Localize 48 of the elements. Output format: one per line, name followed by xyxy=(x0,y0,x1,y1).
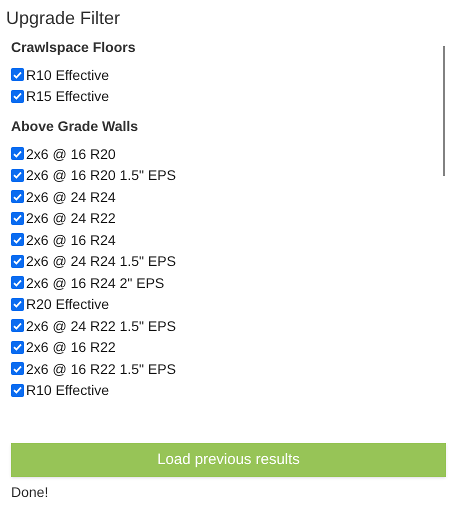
group-heading: Above Grade Walls xyxy=(11,117,140,136)
option-label: 2x6 @ 16 R24 xyxy=(26,230,116,249)
option-label: 2x6 @ 24 R22 1.5" EPS xyxy=(26,316,176,335)
checkbox[interactable] xyxy=(11,90,24,103)
checkbox[interactable] xyxy=(11,298,24,311)
check-icon xyxy=(13,150,22,158)
checkbox[interactable] xyxy=(11,68,24,82)
checkbox[interactable] xyxy=(11,233,24,246)
check-icon xyxy=(13,343,22,352)
option-label: 2x6 @ 24 R24 1.5" EPS xyxy=(26,252,176,270)
check-icon xyxy=(13,257,22,266)
option-label: 2x6 @ 16 R22 xyxy=(26,338,116,356)
load-results-button[interactable]: Load previous results xyxy=(11,443,446,477)
option-label: R10 Effective xyxy=(26,66,110,84)
scrollbar-thumb[interactable] xyxy=(443,46,445,176)
option-label: R20 Effective xyxy=(26,295,110,314)
checkbox[interactable] xyxy=(11,340,24,354)
check-icon xyxy=(13,92,22,100)
check-icon xyxy=(13,214,22,222)
option-label: 2x6 @ 16 R22 1.5" EPS xyxy=(26,360,176,378)
option-label: R10 Effective xyxy=(26,381,110,400)
checkbox[interactable] xyxy=(11,190,24,204)
check-icon xyxy=(13,278,22,287)
check-icon xyxy=(13,300,22,308)
checkbox[interactable] xyxy=(11,147,24,160)
check-icon xyxy=(13,171,22,180)
check-icon xyxy=(13,322,22,330)
status-text: Done! xyxy=(11,483,50,502)
group-heading: Crawlspace Floors xyxy=(11,38,136,57)
option-label: 2x6 @ 24 R22 xyxy=(26,209,116,228)
option-label: 2x6 @ 24 R24 xyxy=(26,188,116,206)
panel-title: Upgrade Filter xyxy=(5,7,122,30)
check-icon xyxy=(13,364,22,373)
checkbox[interactable] xyxy=(11,276,24,290)
checkbox[interactable] xyxy=(11,254,24,268)
check-icon xyxy=(13,386,22,394)
check-icon xyxy=(13,192,22,201)
option-label: 2x6 @ 16 R24 2" EPS xyxy=(26,274,164,292)
checkbox[interactable] xyxy=(11,168,24,182)
checkbox[interactable] xyxy=(11,362,24,376)
check-icon xyxy=(13,236,22,244)
option-label: R15 Effective xyxy=(26,87,110,106)
option-label: 2x6 @ 16 R20 xyxy=(26,144,116,163)
check-icon xyxy=(13,70,22,79)
checkbox[interactable] xyxy=(11,384,24,397)
checkbox[interactable] xyxy=(11,319,24,332)
option-label: 2x6 @ 16 R20 1.5" EPS xyxy=(26,166,176,184)
checkbox[interactable] xyxy=(11,212,24,225)
